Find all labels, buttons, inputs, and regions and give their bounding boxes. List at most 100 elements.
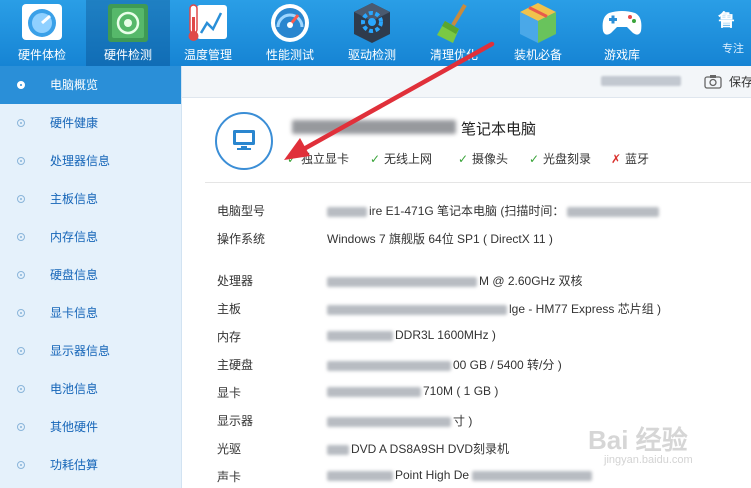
bullet-icon <box>17 157 25 165</box>
brand-logo: 鲁 <box>718 11 735 30</box>
feature-label: 独立显卡 <box>301 152 350 166</box>
detail-row-model: ire E1-471G 笔记本电脑 (扫描时间： <box>327 202 661 219</box>
detail-key-memory: 内存 <box>217 330 242 344</box>
feature-camera: ✓ 摄像头 <box>458 150 508 167</box>
feature-wireless: ✓ 无线上网 <box>370 150 432 167</box>
tool-label: 装机必备 <box>513 48 562 62</box>
computer-type-title: 笔记本电脑 <box>461 121 537 138</box>
tool-performance[interactable]: 性能测试 <box>248 0 332 66</box>
detail-key-monitor: 显示器 <box>217 414 254 428</box>
sidebar-item-label: 电脑概览 <box>50 78 99 92</box>
sidebar-item-label: 电池信息 <box>50 382 99 396</box>
section-divider <box>205 182 751 183</box>
tool-driver-detect[interactable]: 驱动检测 <box>330 0 414 66</box>
sidebar-item-gpu[interactable]: 显卡信息 <box>0 294 181 332</box>
detail-row-memory: DDR3L 1600MHz ) <box>327 328 496 342</box>
detail-value: 710M ( 1 GB ) <box>423 384 499 398</box>
check-icon: ✓ <box>287 152 298 166</box>
sidebar-item-memory[interactable]: 内存信息 <box>0 218 181 256</box>
feature-label: 蓝牙 <box>625 152 650 166</box>
thermometer-icon <box>188 4 227 41</box>
bullet-icon <box>17 81 25 89</box>
tool-label: 硬件体检 <box>17 48 66 62</box>
bullet-icon <box>17 347 25 355</box>
redacted-text <box>327 444 349 455</box>
sidebar-item-health[interactable]: 硬件健康 <box>0 104 181 142</box>
detail-key-gpu: 显卡 <box>217 386 242 400</box>
bullet-icon <box>17 233 25 241</box>
detail-value: DDR3L 1600MHz ) <box>395 328 496 342</box>
tool-essentials[interactable]: 装机必备 <box>496 0 580 66</box>
tool-game-library[interactable]: 游戏库 <box>580 0 664 66</box>
detail-key-motherboard: 主板 <box>217 302 242 316</box>
detail-key-cpu: 处理器 <box>217 274 254 288</box>
speedometer-icon <box>271 4 309 42</box>
tool-cleanup[interactable]: 清理优化 <box>412 0 496 66</box>
sidebar-item-label: 主板信息 <box>50 192 99 206</box>
redacted-text <box>327 416 451 427</box>
sidebar-item-label: 内存信息 <box>50 230 99 244</box>
sidebar-item-monitor[interactable]: 显示器信息 <box>0 332 181 370</box>
sidebar-item-label: 显卡信息 <box>50 306 99 320</box>
dashboard-icon <box>22 4 62 40</box>
detail-row-optical: DVD A DS8A9SH DVD刻录机 <box>327 440 509 457</box>
tool-hardware-detect[interactable]: 硬件检测 <box>86 0 170 66</box>
monitor-icon <box>233 130 255 150</box>
detail-row-cpu: M @ 2.60GHz 双核 <box>327 272 583 289</box>
feature-label: 光盘刻录 <box>543 152 592 166</box>
bullet-icon <box>17 385 25 393</box>
sidebar-item-label: 显示器信息 <box>50 344 111 358</box>
detail-key-os: 操作系统 <box>217 232 266 246</box>
redacted-text <box>567 206 660 217</box>
redacted-text <box>327 360 451 371</box>
tool-label: 清理优化 <box>429 48 478 62</box>
sidebar-item-cpu[interactable]: 处理器信息 <box>0 142 181 180</box>
redacted-text <box>327 206 367 217</box>
sidebar-item-label: 硬件健康 <box>50 116 99 130</box>
tool-label: 性能测试 <box>265 48 314 62</box>
bullet-icon <box>17 271 25 279</box>
detail-row-motherboard: lge - HM77 Express 芯片组 ) <box>327 300 661 317</box>
camera-icon[interactable] <box>704 74 722 89</box>
sidebar-item-overview[interactable]: 电脑概览 <box>0 66 181 104</box>
gear-box-icon <box>354 3 390 43</box>
check-icon: ✓ <box>529 152 540 166</box>
package-box-icon <box>520 3 556 43</box>
redacted-text <box>327 470 393 481</box>
bullet-icon <box>17 119 25 127</box>
save-button[interactable]: 保存 <box>729 73 751 90</box>
tool-label: 驱动检测 <box>347 48 396 62</box>
detail-key-optical: 光驱 <box>217 442 242 456</box>
check-icon: ✓ <box>458 152 469 166</box>
watermark-logo: Bai 经验 <box>588 425 688 455</box>
sidebar-item-battery[interactable]: 电池信息 <box>0 370 181 408</box>
bullet-icon <box>17 461 25 469</box>
bullet-icon <box>17 195 25 203</box>
sidebar-item-disk[interactable]: 硬盘信息 <box>0 256 181 294</box>
brand-subtitle: 专注 <box>722 43 744 55</box>
redacted-text <box>327 276 477 287</box>
detail-value: lge - HM77 Express 芯片组 ) <box>509 302 662 316</box>
feature-label: 摄像头 <box>472 152 509 166</box>
computer-badge <box>215 112 273 170</box>
sidebar-item-label: 处理器信息 <box>50 154 111 168</box>
tool-label: 硬件检测 <box>103 48 152 62</box>
sidebar-item-power-estimate[interactable]: 功耗估算 <box>0 446 181 484</box>
sidebar-item-label: 功耗估算 <box>50 458 99 472</box>
detail-value: 00 GB / 5400 转/分 ) <box>453 358 562 372</box>
tool-temperature[interactable]: 温度管理 <box>166 0 250 66</box>
gamepad-icon <box>602 11 642 35</box>
sidebar-item-label: 其他硬件 <box>50 420 99 434</box>
redacted-text <box>327 386 421 397</box>
sidebar-item-other-hardware[interactable]: 其他硬件 <box>0 408 181 446</box>
detail-value-os: Windows 7 旗舰版 64位 SP1 ( DirectX 11 ) <box>327 232 553 246</box>
sidebar: 电脑概览 硬件健康 处理器信息 主板信息 内存信息 硬盘信息 显卡信息 显示器信… <box>0 66 182 488</box>
tool-hardware-checkup[interactable]: 硬件体检 <box>0 0 84 66</box>
detail-key-model: 电脑型号 <box>217 204 266 218</box>
sidebar-item-motherboard[interactable]: 主板信息 <box>0 180 181 218</box>
broom-icon <box>437 3 467 43</box>
feature-bluetooth: ✗ 蓝牙 <box>611 150 649 167</box>
redacted-user-info <box>601 76 681 86</box>
sidebar-item-label: 硬盘信息 <box>50 268 99 282</box>
tool-label: 温度管理 <box>183 48 232 62</box>
